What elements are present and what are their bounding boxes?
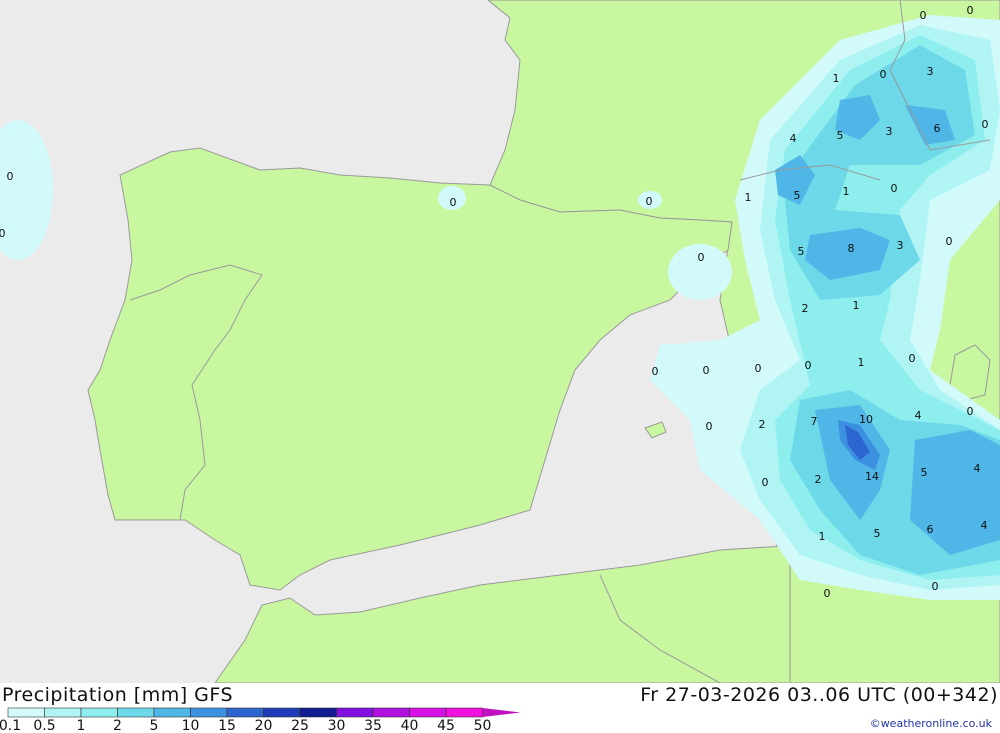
precip-value-label: 0 [982, 118, 989, 131]
legend-swatch [117, 707, 155, 718]
precip-value-label: 4 [915, 409, 922, 422]
precip-value-label: 0 [891, 182, 898, 195]
precip-value-label: 2 [815, 473, 822, 486]
precipitation-map: 000 000 01 0 34 5 3 6 01 5 1 05 8 3 02 10 0 0 0 1 00 2 7 10 4 00 2… [0, 0, 1000, 683]
precip-value-label: 5 [874, 527, 881, 540]
legend-swatch [336, 707, 374, 718]
precip-value-label: 0 [946, 235, 953, 248]
precip-value-label: 0 [7, 170, 14, 183]
precip-value-label: 0 [932, 580, 939, 593]
legend-swatch [263, 707, 301, 718]
precip-value-label: 0 [762, 476, 769, 489]
precip-value-label: 0 [698, 251, 705, 264]
legend-label: 15 [218, 718, 236, 733]
precip-value-label: 7 [811, 415, 818, 428]
legend-swatch [7, 707, 45, 718]
precip-value-label: 5 [837, 129, 844, 142]
precip-value-label: 0 [805, 359, 812, 372]
precip-value-label: 0 [880, 68, 887, 81]
legend-swatch [153, 707, 191, 718]
precip-value-label: 0 [706, 420, 713, 433]
precip-value-label: 6 [934, 122, 941, 135]
legend-label: 0.5 [33, 718, 55, 733]
precip-value-label: 1 [858, 356, 865, 369]
legend-swatch [226, 707, 264, 718]
legend-label: 40 [401, 718, 419, 733]
precip-value-label: 6 [927, 523, 934, 536]
legend-swatch [299, 707, 337, 718]
legend-swatch [190, 707, 228, 718]
precip-value-label: 0 [967, 405, 974, 418]
precip-value-label: 10 [859, 413, 873, 426]
legend-label: 0.1 [0, 718, 21, 733]
precip-value-label: 3 [927, 65, 934, 78]
precip-value-label: 0 [703, 364, 710, 377]
precip-value-label: 5 [794, 189, 801, 202]
legend-label: 5 [150, 718, 159, 733]
precip-value-label: 0 [920, 9, 927, 22]
legend-swatch [44, 707, 82, 718]
precip-value-label: 0 [646, 195, 653, 208]
legend-label: 45 [437, 718, 455, 733]
color-scale: 0.1 0.5 1 2 5 10 15 20 25 30 35 40 45 50 [0, 707, 521, 733]
precip-value-label: 0 [652, 365, 659, 378]
precip-value-label: 8 [848, 242, 855, 255]
map-title: Precipitation [mm] GFS [2, 684, 234, 706]
legend-label: 2 [113, 718, 122, 733]
credit-link[interactable]: ©weatheronline.co.uk [870, 717, 992, 730]
legend-swatch [372, 707, 410, 718]
legend-label: 20 [255, 718, 273, 733]
legend-swatch [80, 707, 118, 718]
precip-value-label: 0 [0, 227, 6, 240]
precip-value-label: 0 [755, 362, 762, 375]
precip-value-label: 1 [843, 185, 850, 198]
precip-value-label: 4 [790, 132, 797, 145]
precip-value-label: 1 [853, 299, 860, 312]
legend-label: 30 [328, 718, 346, 733]
precip-value-label: 14 [865, 470, 879, 483]
precip-value-label: 0 [909, 352, 916, 365]
precip-value-label: 0 [967, 4, 974, 17]
legend-label: 1 [77, 718, 86, 733]
precip-value-label: 1 [819, 530, 826, 543]
precip-value-label: 0 [824, 587, 831, 600]
legend-bar: Precipitation [mm] GFS Fr 27-03-2026 03.… [0, 683, 1000, 733]
precip-value-label: 1 [833, 72, 840, 85]
legend-arrow [482, 708, 521, 717]
legend-label: 10 [182, 718, 200, 733]
legend-label: 35 [364, 718, 382, 733]
precip-value-label: 4 [981, 519, 988, 532]
precip-value-label: 5 [921, 466, 928, 479]
legend-swatch [409, 707, 447, 718]
precip-value-label: 0 [450, 196, 457, 209]
precip-value-label: 5 [798, 245, 805, 258]
precip-value-label: 1 [745, 191, 752, 204]
precip-value-label: 2 [802, 302, 809, 315]
precip-value-label: 2 [759, 418, 766, 431]
precip-value-label: 3 [886, 125, 893, 138]
precip-value-label: 4 [974, 462, 981, 475]
legend-label: 25 [291, 718, 309, 733]
datetime-label: Fr 27-03-2026 03..06 UTC (00+342) [640, 684, 998, 706]
legend-swatch [445, 707, 483, 718]
legend-label: 50 [474, 718, 492, 733]
precip-value-label: 3 [897, 239, 904, 252]
